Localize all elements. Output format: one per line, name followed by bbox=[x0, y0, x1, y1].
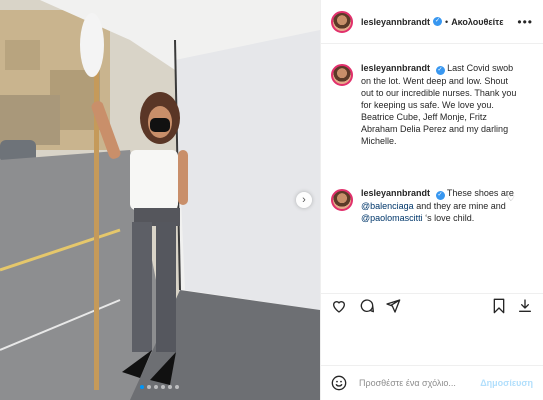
caption-item: lesleyannbrandt ✓ Last Covid swob on the… bbox=[331, 62, 533, 147]
carousel-dot bbox=[154, 385, 158, 389]
action-bar bbox=[321, 293, 543, 318]
header-username[interactable]: lesleyannbrandt bbox=[361, 17, 430, 27]
next-slide-button[interactable]: › bbox=[296, 192, 312, 208]
comment-icon[interactable] bbox=[359, 298, 375, 314]
heart-icon[interactable] bbox=[331, 298, 347, 314]
avatar[interactable] bbox=[331, 189, 353, 211]
photo-illustration bbox=[0, 0, 320, 400]
smiley-icon[interactable] bbox=[331, 375, 347, 391]
post-photo[interactable]: › bbox=[0, 0, 320, 400]
comment-username[interactable]: lesleyannbrandt bbox=[361, 188, 430, 198]
download-icon[interactable] bbox=[517, 298, 533, 314]
carousel-dot bbox=[140, 385, 144, 389]
comment-text-block: lesleyannbrandt ✓ These shoes are @balen… bbox=[361, 187, 521, 224]
carousel-dot bbox=[168, 385, 172, 389]
comments-list[interactable]: lesleyannbrandt ✓ Last Covid swob on the… bbox=[321, 52, 543, 285]
following-button[interactable]: Ακολουθείτε bbox=[451, 17, 503, 27]
avatar[interactable] bbox=[331, 10, 353, 33]
carousel-dot bbox=[161, 385, 165, 389]
header-separator: • bbox=[445, 16, 449, 27]
caption-text: Last Covid swob on the lot. Went deep an… bbox=[361, 63, 517, 146]
verified-badge-icon: ✓ bbox=[433, 17, 443, 26]
comment-text: ‘s love child. bbox=[422, 213, 475, 223]
carousel-dot bbox=[147, 385, 151, 389]
verified-badge-icon: ✓ bbox=[435, 191, 445, 200]
avatar[interactable] bbox=[331, 64, 353, 86]
publish-comment-button[interactable]: Δημοσίευση bbox=[480, 378, 533, 388]
caption-username[interactable]: lesleyannbrandt bbox=[361, 63, 430, 73]
share-icon[interactable] bbox=[385, 298, 401, 314]
comment-like-heart-icon[interactable]: ♡ bbox=[507, 193, 515, 204]
more-options-icon[interactable]: ••• bbox=[517, 15, 533, 29]
verified-badge-icon: ✓ bbox=[435, 66, 445, 75]
mention-link[interactable]: @paolomascitti bbox=[361, 213, 423, 223]
caption-text-block: lesleyannbrandt ✓ Last Covid swob on the… bbox=[361, 62, 521, 147]
add-comment-bar: Δημοσίευση bbox=[321, 365, 543, 400]
mention-link[interactable]: @balenciaga bbox=[361, 201, 414, 211]
post-side-panel: lesleyannbrandt ✓ • Ακολουθείτε ••• lesl… bbox=[320, 0, 543, 400]
comment-text: and they are mine and bbox=[413, 201, 506, 211]
chevron-right-icon: › bbox=[302, 194, 306, 206]
carousel-dot bbox=[175, 385, 179, 389]
bookmark-icon[interactable] bbox=[491, 298, 507, 314]
comment-item: lesleyannbrandt ✓ These shoes are @balen… bbox=[331, 187, 533, 224]
carousel-indicator bbox=[140, 385, 179, 389]
comment-input[interactable] bbox=[357, 377, 481, 389]
comment-text: These shoes are bbox=[446, 188, 514, 198]
post-header: lesleyannbrandt ✓ • Ακολουθείτε ••• bbox=[321, 0, 543, 44]
